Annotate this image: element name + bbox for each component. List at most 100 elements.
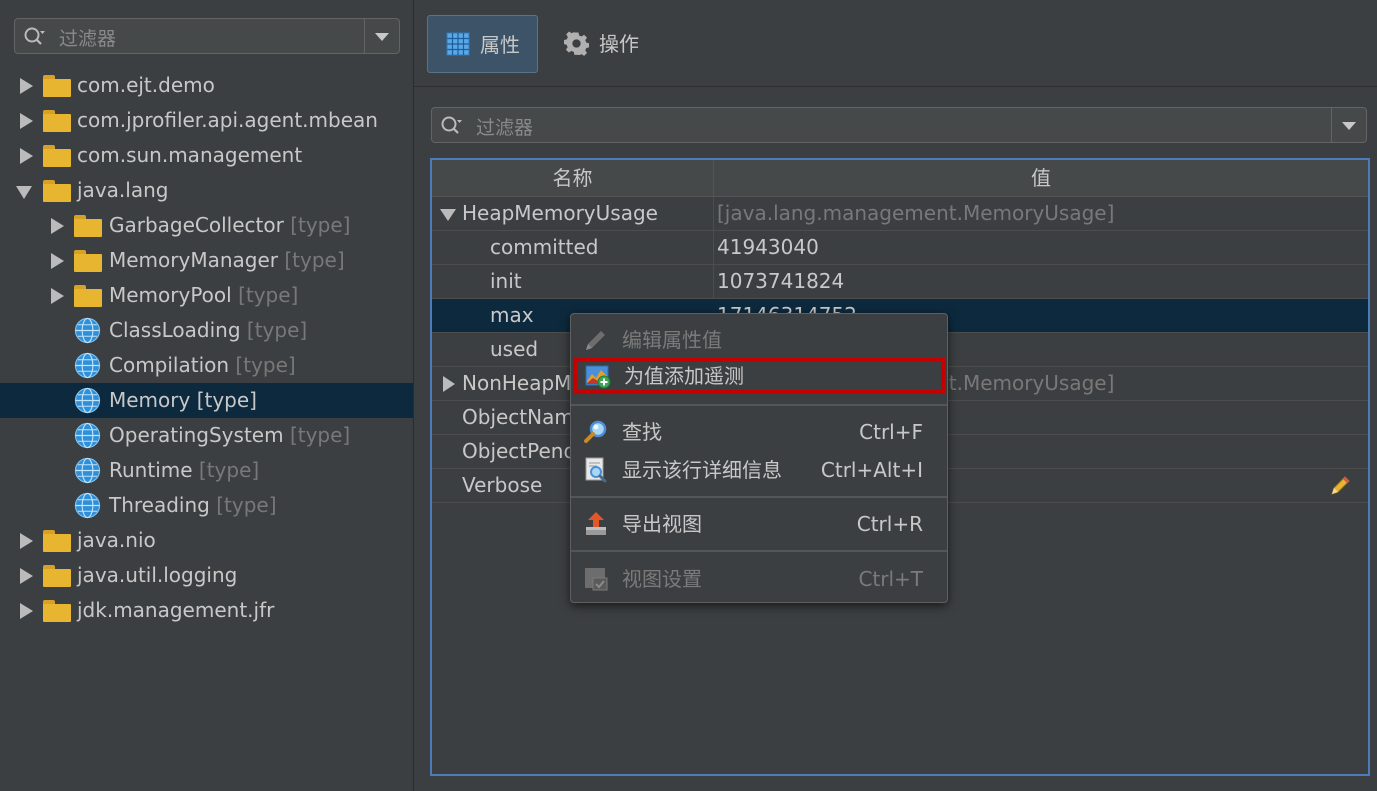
column-header-name[interactable]: 名称 [432, 160, 714, 196]
menu-item-shortcut: Ctrl+F [859, 420, 923, 444]
view-tabs: 属性 操作 [414, 0, 1377, 87]
expand-arrow-icon[interactable] [17, 68, 33, 103]
tree-node[interactable]: java.lang [0, 173, 413, 208]
attribute-name: used [490, 337, 539, 361]
folder-icon [43, 180, 71, 202]
tree-node[interactable]: Threading [type] [0, 488, 413, 523]
tree-node[interactable]: GarbageCollector [type] [0, 208, 413, 243]
folder-icon [43, 600, 71, 622]
tree-node-label: MemoryPool [109, 283, 232, 307]
menu-item-show-row-details[interactable]: 显示该行详细信息 Ctrl+Alt+I [571, 452, 947, 488]
context-menu: 编辑属性值 为值添加遥测 查找 Ctrl+F 显示该行详细信息 Ctrl+Alt… [570, 313, 948, 603]
edit-pencil-icon[interactable] [1328, 474, 1352, 498]
tab-attributes[interactable]: 属性 [427, 15, 538, 73]
menu-item-find[interactable]: 查找 Ctrl+F [571, 414, 947, 450]
menu-item-label: 为值添加遥测 [624, 364, 744, 388]
menu-item-add-telemetry[interactable]: 为值添加遥测 [573, 358, 945, 394]
menu-item-label: 显示该行详细信息 [622, 458, 782, 482]
table-header: 名称 值 [432, 160, 1368, 197]
tree-node-label: com.ejt.demo [77, 73, 215, 97]
table-row[interactable]: HeapMemoryUsage [java.lang.management.Me… [432, 197, 1368, 231]
tree-node-label: Threading [109, 493, 210, 517]
tree-node[interactable]: ClassLoading [type] [0, 313, 413, 348]
tree-node[interactable]: Compilation [type] [0, 348, 413, 383]
tree-node-label: Runtime [109, 458, 193, 482]
expand-arrow-icon[interactable] [440, 367, 456, 400]
expand-arrow-icon[interactable] [48, 278, 64, 313]
attribute-name: ObjectName [462, 405, 587, 429]
collapse-arrow-icon[interactable] [440, 197, 456, 230]
tree-node-suffix: [type] [235, 353, 296, 377]
tab-operations-label: 操作 [599, 32, 639, 56]
menu-separator [571, 404, 947, 406]
add-telemetry-icon [585, 365, 611, 389]
attribute-name: max [490, 303, 534, 327]
tree-node-label: jdk.management.jfr [77, 598, 275, 622]
menu-item-label: 视图设置 [622, 567, 702, 591]
tree-node[interactable]: MemoryPool [type] [0, 278, 413, 313]
folder-icon [43, 565, 71, 587]
expand-arrow-icon[interactable] [17, 138, 33, 173]
tree-node-suffix: [type] [284, 248, 345, 272]
menu-item-shortcut: Ctrl+T [858, 567, 923, 591]
tree-node-suffix: [type] [238, 283, 299, 307]
tree-node-suffix: [type] [290, 213, 351, 237]
tree-node[interactable]: jdk.management.jfr [0, 593, 413, 628]
gear-icon [564, 31, 589, 56]
folder-icon [74, 285, 102, 307]
table-row[interactable]: init 1073741824 [432, 265, 1368, 299]
tree-node-label: com.jprofiler.api.agent.mbean [77, 108, 378, 132]
menu-item-label: 导出视图 [622, 512, 702, 536]
menu-item-shortcut: Ctrl+Alt+I [820, 458, 923, 482]
table-icon [446, 32, 470, 56]
attribute-filter-input[interactable]: 过滤器 [431, 107, 1367, 143]
tree-node-label: java.util.logging [77, 563, 238, 587]
menu-item-export-view[interactable]: 导出视图 Ctrl+R [571, 506, 947, 542]
menu-item-shortcut: Ctrl+R [856, 512, 923, 536]
expand-arrow-icon[interactable] [17, 523, 33, 558]
tree-node-label: java.lang [77, 178, 169, 202]
tree-node[interactable]: java.util.logging [0, 558, 413, 593]
folder-icon [74, 250, 102, 272]
collapse-arrow-icon[interactable] [16, 173, 32, 208]
tree-node[interactable]: com.ejt.demo [0, 68, 413, 103]
expand-arrow-icon[interactable] [48, 208, 64, 243]
table-row[interactable]: committed 41943040 [432, 231, 1368, 265]
attribute-filter-placeholder: 过滤器 [476, 117, 534, 139]
tree-node[interactable]: MemoryManager [type] [0, 243, 413, 278]
folder-icon [43, 145, 71, 167]
tree-node[interactable]: com.sun.management [0, 138, 413, 173]
tree-filter-dropdown-button[interactable] [364, 19, 399, 53]
expand-arrow-icon[interactable] [17, 558, 33, 593]
search-icon [24, 27, 45, 45]
globe-icon [74, 352, 101, 379]
folder-icon [43, 110, 71, 132]
column-header-value[interactable]: 值 [714, 160, 1368, 196]
globe-icon [74, 317, 101, 344]
menu-separator [571, 550, 947, 552]
mbean-tree-panel: 过滤器 com.ejt.demo com.jprofiler.api.agent… [0, 0, 414, 791]
attribute-filter-dropdown-button[interactable] [1331, 108, 1366, 142]
tree-node-label: com.sun.management [77, 143, 303, 167]
globe-icon [74, 387, 101, 414]
menu-item-view-settings[interactable]: 视图设置 Ctrl+T [571, 561, 947, 597]
tree-node-label: ClassLoading [109, 318, 241, 342]
tab-operations[interactable]: 操作 [554, 15, 654, 73]
tree-node[interactable]: java.nio [0, 523, 413, 558]
globe-icon [74, 457, 101, 484]
expand-arrow-icon[interactable] [17, 103, 33, 138]
tree-node[interactable]: Runtime [type] [0, 453, 413, 488]
attribute-name: init [490, 269, 522, 293]
tree-node[interactable]: com.jprofiler.api.agent.mbean [0, 103, 413, 138]
menu-item-edit-attribute-value[interactable]: 编辑属性值 [571, 322, 947, 358]
tree-node[interactable]: OperatingSystem [type] [0, 418, 413, 453]
tree-filter-input[interactable]: 过滤器 [14, 18, 400, 54]
attribute-value: [java.lang.management.MemoryUsage] [717, 201, 1115, 225]
expand-arrow-icon[interactable] [48, 243, 64, 278]
tree-node-selected[interactable]: Memory [type] [0, 383, 413, 418]
folder-icon [43, 75, 71, 97]
find-magnifier-icon [584, 420, 607, 443]
tree-node-suffix: [type] [246, 318, 308, 342]
expand-arrow-icon[interactable] [17, 593, 33, 628]
tree-node-label: GarbageCollector [109, 213, 284, 237]
